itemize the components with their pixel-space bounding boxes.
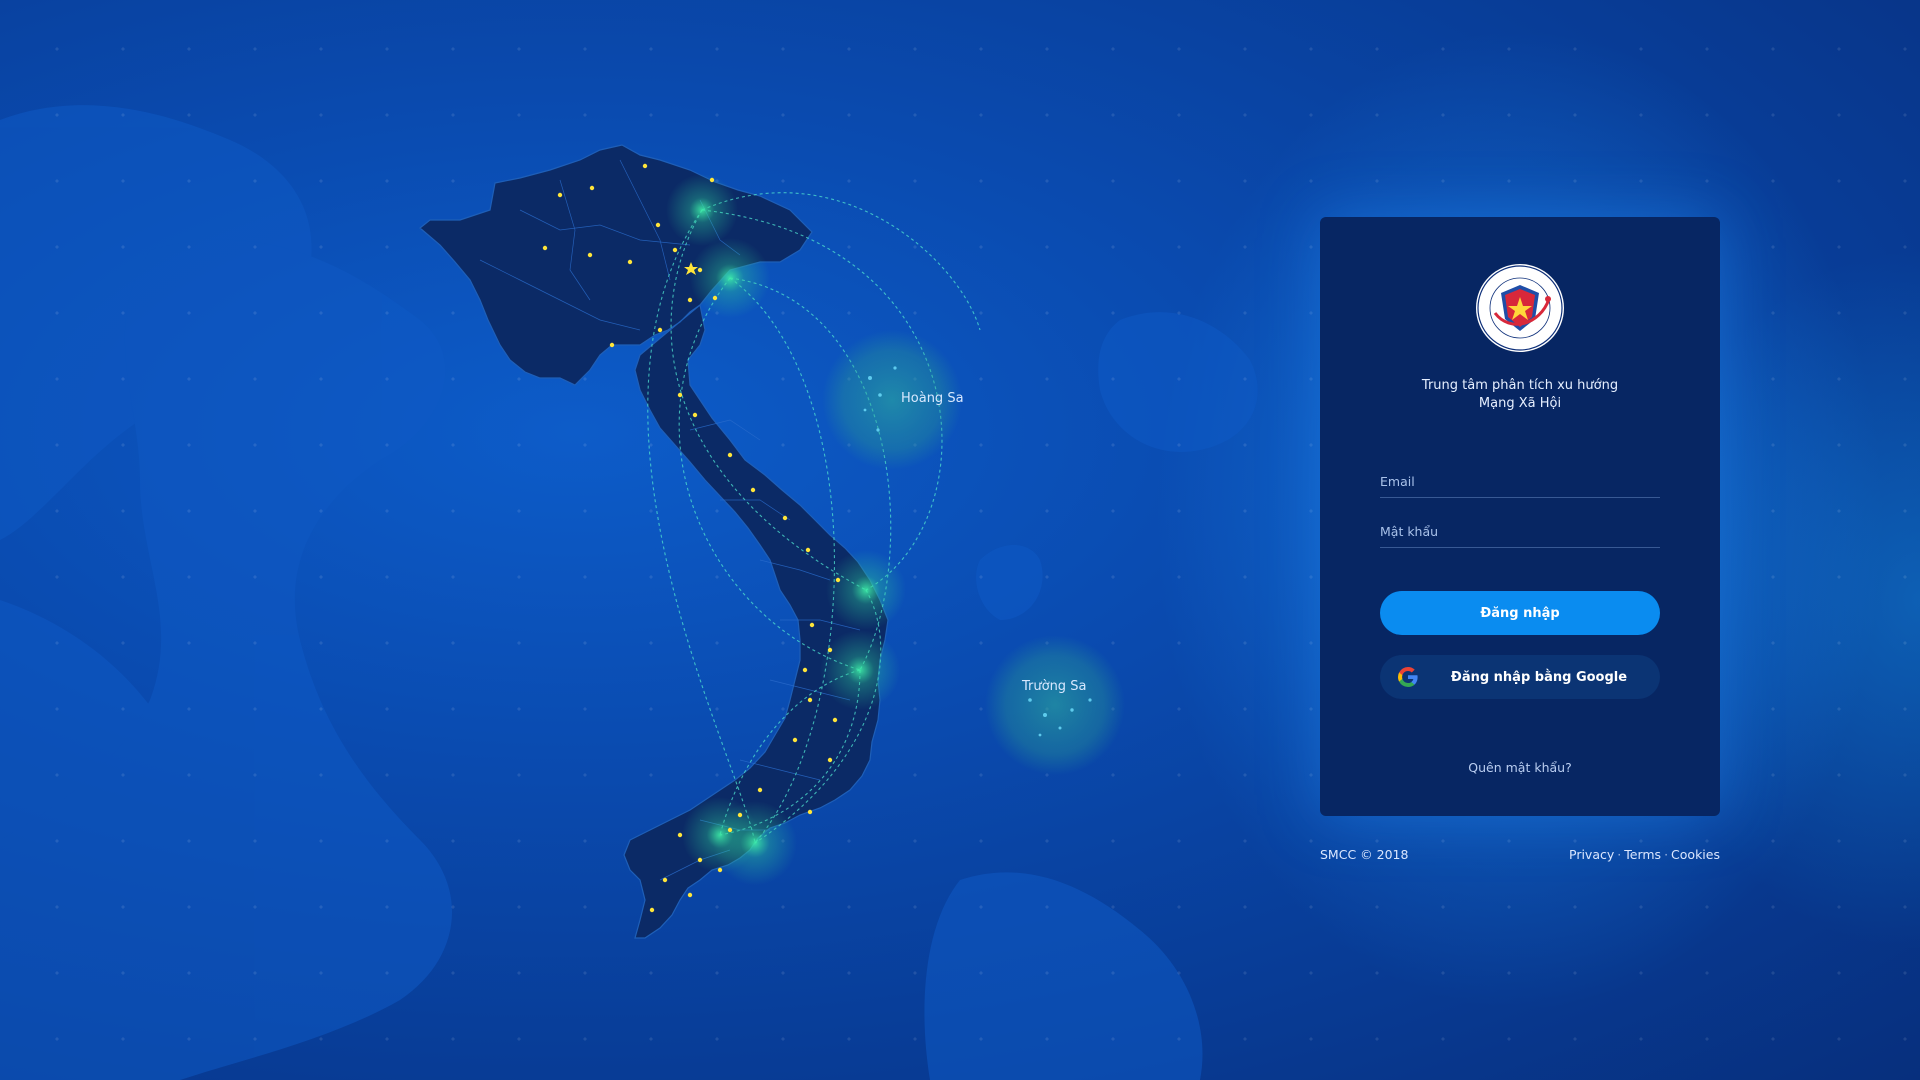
- separator: ·: [1617, 847, 1622, 862]
- email-field[interactable]: [1380, 465, 1660, 497]
- terms-link[interactable]: Terms: [1624, 847, 1661, 862]
- login-button[interactable]: Đăng nhập: [1380, 591, 1660, 635]
- hoang-sa-label: Hoàng Sa: [901, 391, 964, 406]
- password-field[interactable]: [1380, 515, 1660, 547]
- email-field-container: [1380, 465, 1660, 498]
- cookies-link[interactable]: Cookies: [1671, 847, 1720, 862]
- copyright: SMCC © 2018: [1320, 847, 1409, 862]
- vietnam-outline: [419, 144, 889, 939]
- vietnam-cyber-security-center-logo: [1476, 264, 1564, 352]
- footer-links: Privacy · Terms · Cookies: [1558, 847, 1720, 862]
- google-g-icon: [1398, 667, 1418, 687]
- google-login-label: Đăng nhập bằng Google: [1450, 669, 1628, 685]
- subtitle-line-1: Trung tâm phân tích xu hướng: [1421, 378, 1619, 393]
- login-button-label: Đăng nhập: [1480, 605, 1560, 621]
- forgot-password-link[interactable]: Quên mật khẩu?: [1320, 760, 1720, 775]
- subtitle-line-2: Mạng Xã Hội: [1478, 396, 1562, 411]
- google-login-button[interactable]: Đăng nhập bằng Google: [1380, 655, 1660, 699]
- login-card: Trung tâm phân tích xu hướng Mạng Xã Hội…: [1320, 217, 1720, 816]
- truong-sa-label: Trường Sa: [1022, 679, 1087, 694]
- password-field-container: [1380, 515, 1660, 548]
- separator: ·: [1664, 847, 1669, 862]
- app-subtitle: Trung tâm phân tích xu hướng Mạng Xã Hội: [1320, 377, 1720, 413]
- privacy-link[interactable]: Privacy: [1569, 847, 1614, 862]
